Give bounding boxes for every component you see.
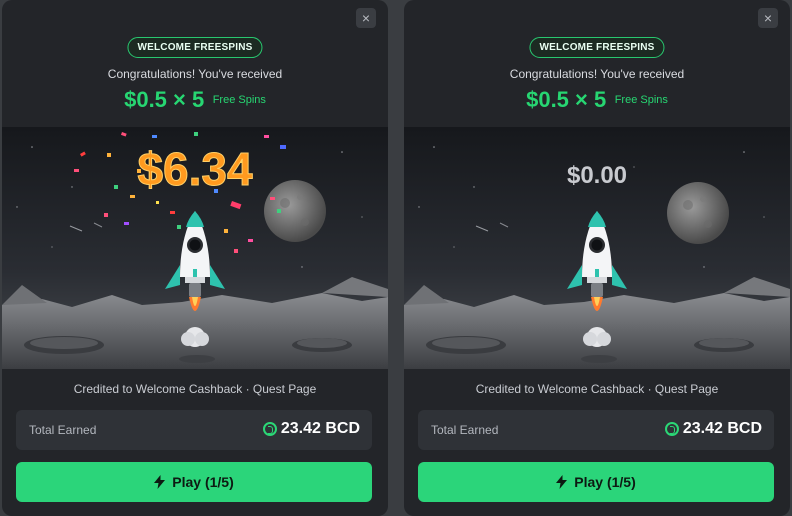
total-earned-label: Total Earned [29,423,97,437]
play-button-label: Play (1/5) [574,474,636,490]
welcome-freespins-badge: WELCOME FREESPINS [127,37,263,58]
total-earned-label: Total Earned [431,423,499,437]
offer-label: Free Spins [212,94,266,106]
total-earned-value: 23.42 BCD [682,420,762,437]
total-earned-box: Total Earned 23.42 BCD [16,410,372,450]
multiplier-value: $6.34 [137,143,253,195]
total-earned-value-wrap: 23.42 BCD [262,420,360,438]
credited-text: Credited to Welcome Cashback · Quest Pag… [73,382,317,396]
close-button[interactable]: × [758,8,778,28]
rocket-scene: $0.00 [404,127,790,369]
play-button[interactable]: Play (1/5) [418,462,774,502]
lightning-bolt-icon [154,475,166,489]
play-button[interactable]: Play (1/5) [16,462,372,502]
freespins-modal-right: × WELCOME FREESPINS Congratulations! You… [404,0,790,516]
multiplier-value: $0.00 [567,162,627,189]
play-button-label: Play (1/5) [172,474,234,490]
rocket-scene: $6.34 [2,127,388,369]
offer-label: Free Spins [614,94,668,106]
total-earned-box: Total Earned 23.42 BCD [418,410,774,450]
close-button[interactable]: × [356,8,376,28]
credited-text: Credited to Welcome Cashback · Quest Pag… [475,382,719,396]
close-icon: × [361,10,371,26]
congrats-text: Congratulations! You've received [107,67,283,81]
freespins-modal-left: × WELCOME FREESPINS Congratulations! You… [2,0,388,516]
congrats-text: Congratulations! You've received [509,67,685,81]
welcome-freespins-badge: WELCOME FREESPINS [529,37,665,58]
offer-line: $0.5 × 5 Free Spins [404,87,790,113]
offer-amount: $0.5 × 5 [526,87,607,112]
bcd-coin-icon [262,422,277,436]
offer-line: $0.5 × 5 Free Spins [2,87,388,113]
offer-amount: $0.5 × 5 [124,87,205,112]
total-earned-value-wrap: 23.42 BCD [664,420,762,438]
total-earned-value: 23.42 BCD [280,420,360,437]
lightning-bolt-icon [556,475,568,489]
close-icon: × [763,10,773,26]
bcd-coin-icon [664,422,679,436]
